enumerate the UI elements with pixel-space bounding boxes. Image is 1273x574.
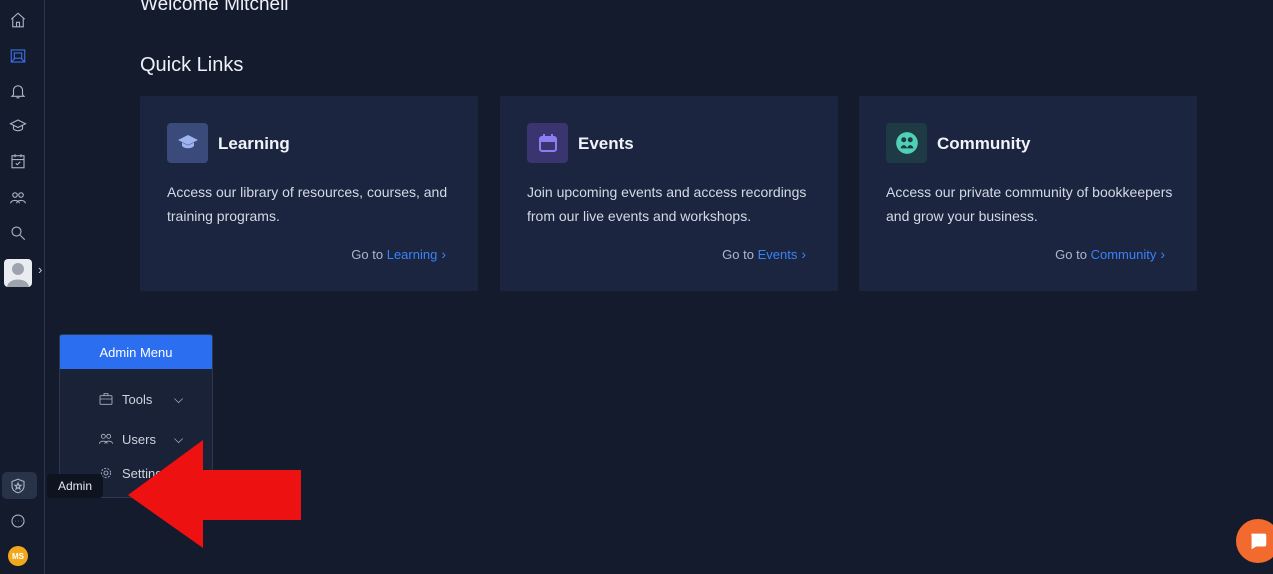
sidebar: › MS (0, 0, 45, 574)
user-initials-badge[interactable]: MS (8, 546, 28, 566)
graduation-cap-icon[interactable] (6, 114, 30, 138)
community-card: Community Access our private community o… (859, 96, 1197, 291)
link-target: Community (1090, 247, 1157, 262)
sidebar-expand-chevron-icon[interactable]: › (38, 262, 42, 277)
calendar-icon[interactable] (6, 149, 30, 173)
quick-links-heading: Quick Links (140, 54, 244, 76)
card-description: Access our library of resources, courses… (167, 184, 448, 224)
red-arrow-annotation (128, 440, 301, 548)
card-title: Community (937, 134, 1031, 153)
chevron-right-icon: › (1160, 246, 1165, 262)
events-card: Events Join upcoming events and access r… (500, 96, 838, 291)
link-prefix: Go to (1055, 247, 1087, 262)
link-target: Events (757, 247, 798, 262)
chevron-down-icon[interactable]: ⌵ (174, 392, 183, 407)
welcome-heading: Welcome Mitchell (140, 0, 289, 15)
chat-widget-button[interactable] (1236, 519, 1273, 563)
admin-menu-header: Admin Menu (60, 335, 212, 369)
menu-item-label: Tools (122, 391, 153, 407)
go-to-learning-link[interactable]: Go to Learning › (351, 246, 446, 262)
dashboard-icon[interactable] (6, 44, 30, 68)
link-prefix: Go to (351, 247, 384, 262)
chat-icon[interactable] (6, 509, 30, 533)
go-to-events-link[interactable]: Go to Events › (722, 246, 806, 262)
home-icon[interactable] (6, 8, 30, 32)
menu-item-tools[interactable]: Tools (98, 391, 152, 407)
link-prefix: Go to (722, 247, 754, 262)
chevron-right-icon: › (801, 246, 806, 262)
admin-tooltip: Admin (47, 474, 103, 498)
search-icon[interactable] (6, 221, 30, 245)
card-description: Join upcoming events and access recordin… (527, 184, 807, 224)
learning-card: Learning Access our library of resources… (140, 96, 478, 291)
bell-icon[interactable] (6, 79, 30, 103)
chat-bubble-icon (1251, 533, 1267, 550)
briefcase-icon (99, 393, 113, 405)
users-icon (98, 433, 114, 444)
link-target: Learning (386, 247, 438, 262)
card-title: Learning (218, 134, 290, 153)
graduation-cap-icon (167, 123, 208, 163)
card-title: Events (578, 134, 634, 153)
community-icon (886, 123, 927, 163)
admin-shield-icon[interactable] (6, 474, 30, 498)
calendar-icon (527, 123, 568, 163)
card-description: Access our private community of bookkeep… (886, 184, 1173, 224)
go-to-community-link[interactable]: Go to Community › (1055, 246, 1165, 262)
chevron-right-icon: › (441, 246, 446, 262)
community-icon[interactable] (6, 186, 30, 210)
avatar[interactable] (4, 259, 32, 287)
